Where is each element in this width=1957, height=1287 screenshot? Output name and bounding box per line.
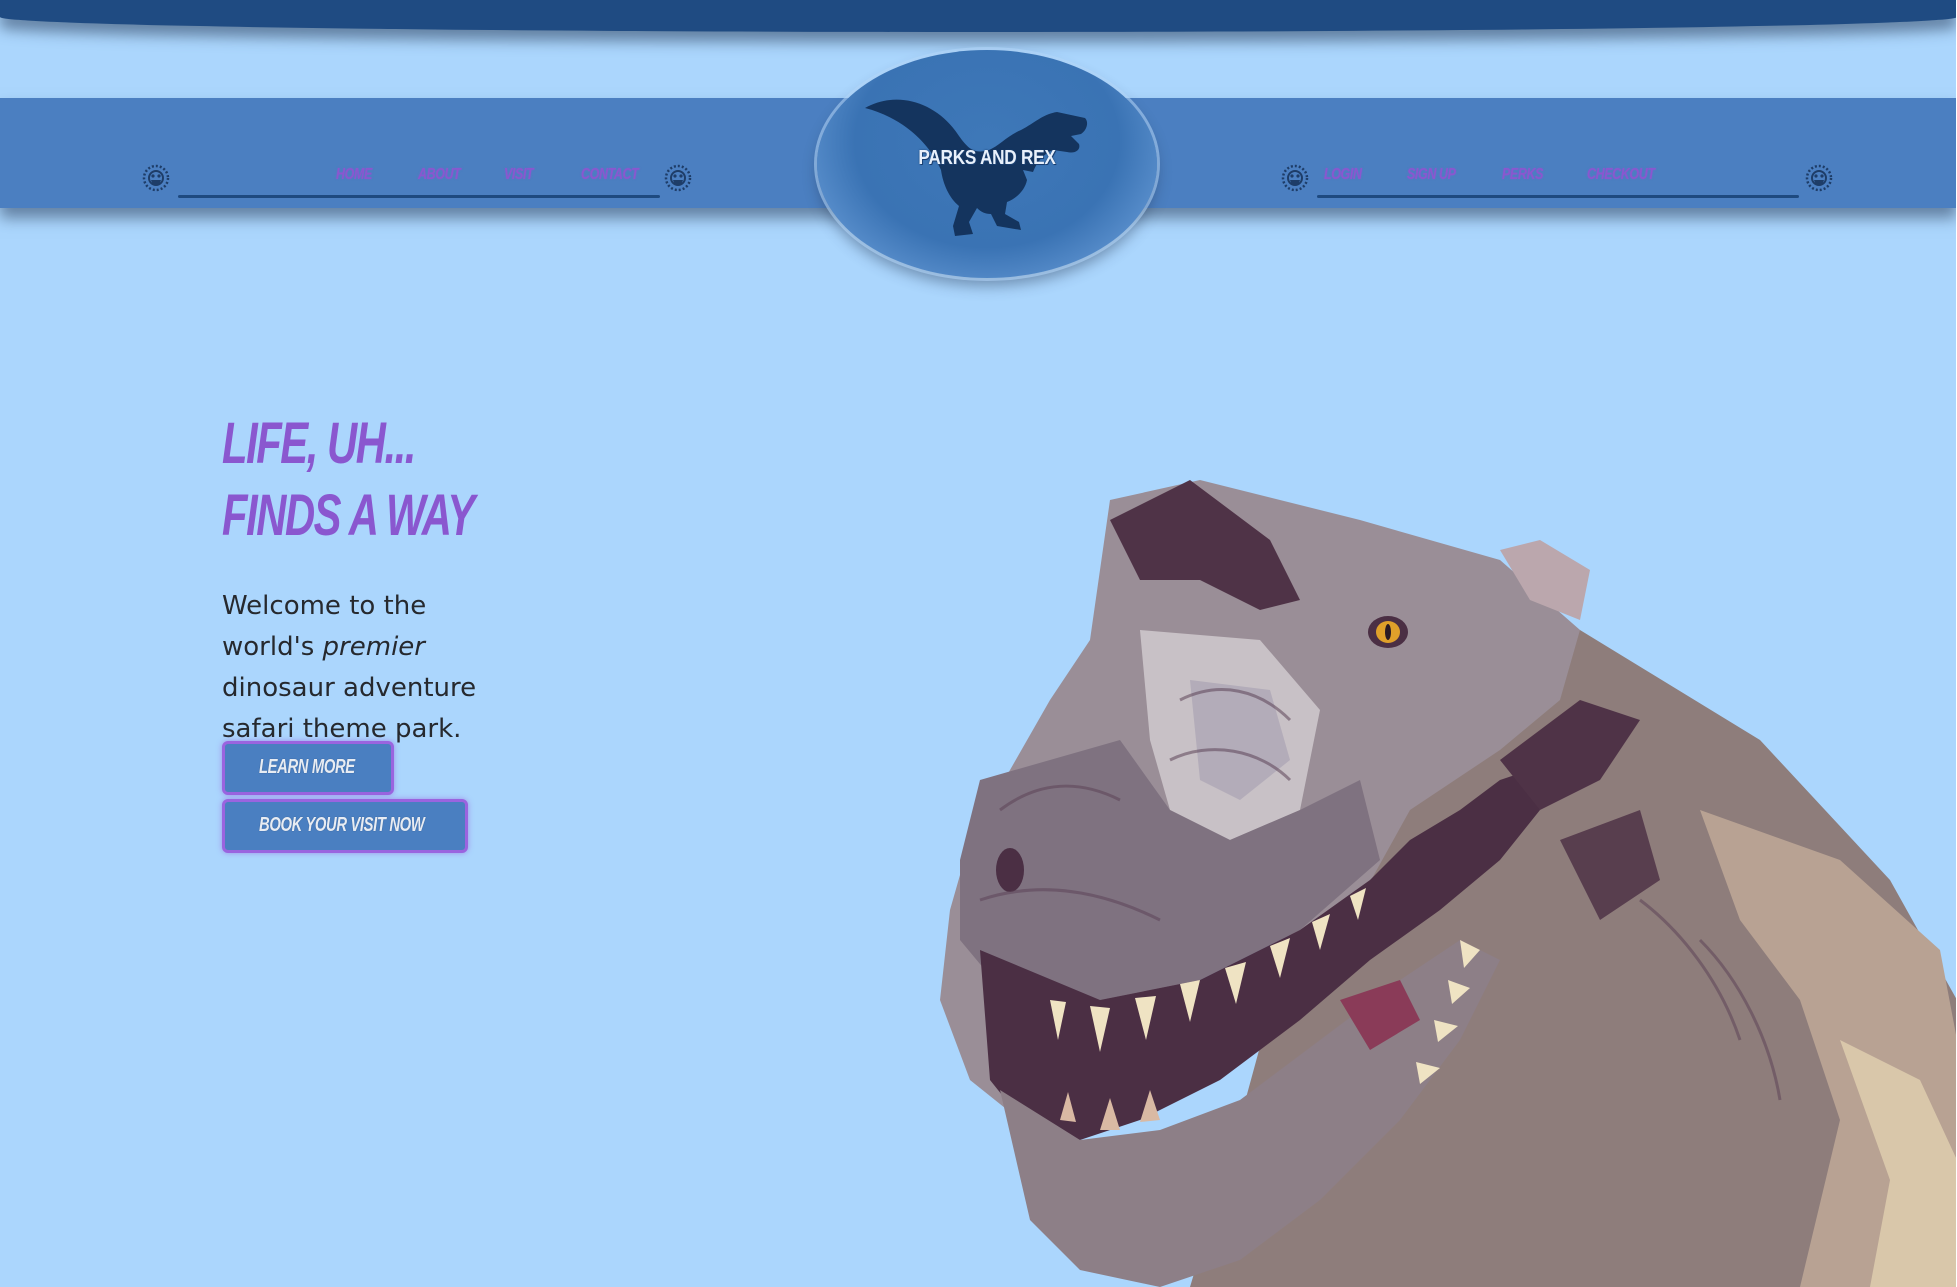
nav-left: HOME ABOUT VISIT CONTACT <box>138 160 700 200</box>
dinosaur-skull-icon <box>1805 164 1833 192</box>
book-visit-button[interactable]: BOOK YOUR VISIT NOW <box>222 799 468 853</box>
nav-perks-link[interactable]: PERKS <box>1502 166 1543 184</box>
logo[interactable]: PARKS AND REX <box>817 50 1157 278</box>
nav-right-underline <box>1317 195 1799 198</box>
learn-more-button[interactable]: LEARN MORE <box>222 741 394 795</box>
dinosaur-skull-icon <box>1281 164 1309 192</box>
hero-title: LIFE, UH... FINDS A WAY <box>222 408 481 552</box>
nav-checkout-link[interactable]: CHECKOUT <box>1587 166 1655 184</box>
dinosaur-skull-icon <box>664 164 692 192</box>
nav-visit-link[interactable]: VISIT <box>504 166 534 184</box>
hero-description-emphasis: premier <box>322 632 425 662</box>
hero-title-line-1: LIFE, UH... <box>222 411 416 476</box>
book-visit-label: BOOK YOUR VISIT NOW <box>259 814 425 836</box>
hero: LIFE, UH... FINDS A WAY Welcome to the w… <box>222 408 582 853</box>
page: HOME ABOUT VISIT CONTACT PARKS AND REX L… <box>0 0 1957 1287</box>
nav-home-link[interactable]: HOME <box>336 166 372 184</box>
nav-signup-link[interactable]: SIGN UP <box>1407 166 1456 184</box>
hero-description: Welcome to the world's premier dinosaur … <box>222 586 522 750</box>
nav-login-link[interactable]: LOGIN <box>1324 166 1362 184</box>
dinosaur-skull-icon <box>142 164 170 192</box>
hero-title-line-2: FINDS A WAY <box>222 483 475 548</box>
nav-about-link[interactable]: ABOUT <box>418 166 461 184</box>
nav-left-underline <box>178 195 660 198</box>
top-cap-bar <box>0 0 1957 32</box>
t-rex-head-illustration <box>940 480 1957 1287</box>
learn-more-label: LEARN MORE <box>259 756 355 778</box>
hero-description-end: dinosaur adventure safari theme park. <box>222 673 477 744</box>
brand-name: PARKS AND REX <box>918 147 1056 169</box>
nav-contact-link[interactable]: CONTACT <box>581 166 639 184</box>
nav-right: LOGIN SIGN UP PERKS CHECKOUT <box>1277 160 1837 200</box>
